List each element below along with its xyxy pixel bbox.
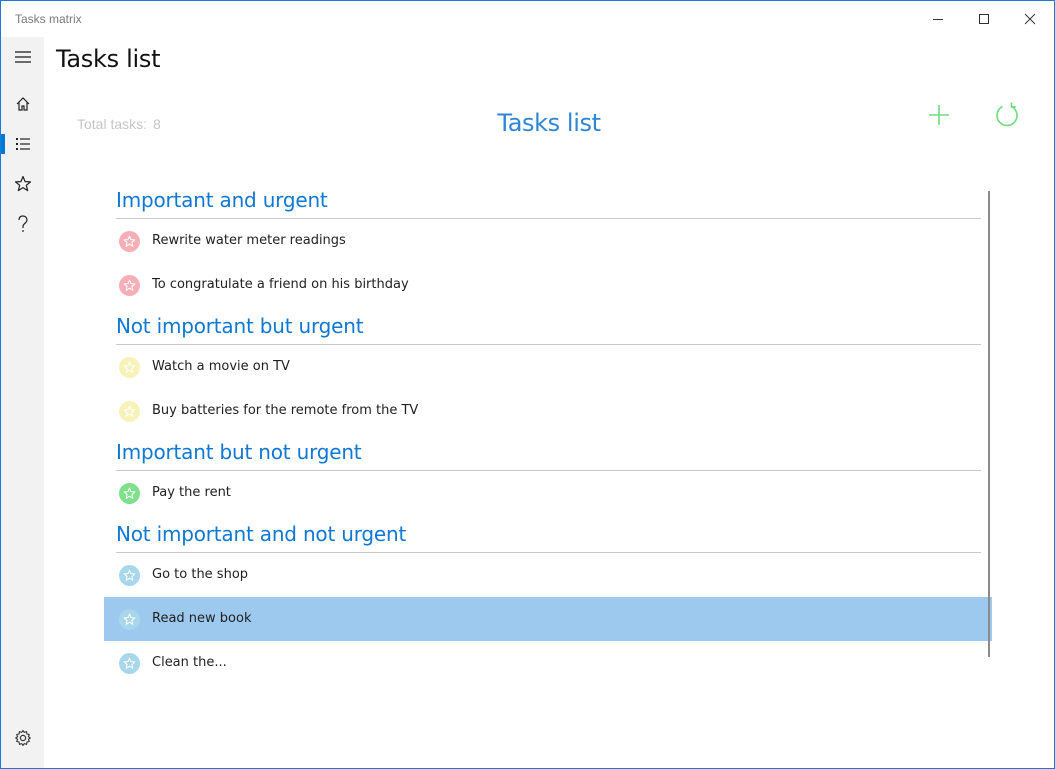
hamburger-menu-button[interactable] — [1, 37, 44, 77]
task-row[interactable]: Pay the rent — [104, 471, 992, 515]
task-group: Important but not urgent Pay the rent — [104, 433, 992, 515]
task-label: Go to the shop — [152, 567, 249, 582]
task-row[interactable]: Buy batteries for the remote from the TV — [104, 389, 992, 433]
total-tasks: Total tasks: 8 — [77, 116, 161, 132]
priority-badge — [119, 231, 140, 252]
star-icon — [123, 613, 136, 625]
page-title: Tasks list — [56, 45, 161, 73]
list-icon — [15, 138, 30, 150]
star-icon — [123, 405, 136, 417]
star-icon — [123, 657, 136, 669]
task-label: Pay the rent — [152, 485, 231, 500]
task-row[interactable]: Rewrite water meter readings — [104, 219, 992, 263]
total-tasks-label: Total tasks: — [77, 116, 148, 132]
priority-badge — [119, 565, 140, 586]
minimize-button[interactable] — [915, 1, 961, 37]
task-row[interactable]: Clean the... — [104, 641, 992, 685]
add-task-button[interactable] — [925, 101, 953, 129]
group-title: Important but not urgent — [116, 440, 362, 464]
maximize-icon — [979, 14, 989, 24]
group-header: Important and urgent — [116, 181, 981, 219]
group-title: Important and urgent — [116, 188, 328, 212]
task-label: Watch a movie on TV — [152, 359, 290, 374]
priority-badge — [119, 653, 140, 674]
refresh-icon — [996, 102, 1018, 127]
maximize-button[interactable] — [961, 1, 1007, 37]
priority-badge — [119, 401, 140, 422]
scrollbar[interactable] — [988, 191, 990, 657]
minimize-icon — [933, 19, 943, 20]
plus-icon — [929, 105, 949, 125]
task-label: Rewrite water meter readings — [152, 233, 346, 248]
task-label: Buy batteries for the remote from the TV — [152, 403, 419, 418]
nav-settings-button[interactable] — [1, 718, 44, 758]
task-label: To congratulate a friend on his birthday — [152, 277, 409, 292]
group-header: Not important but urgent — [116, 307, 981, 345]
priority-badge — [119, 483, 140, 504]
priority-badge — [119, 357, 140, 378]
navigation-rail — [1, 37, 44, 768]
priority-badge — [119, 275, 140, 296]
task-group: Important and urgent Rewrite water meter … — [104, 181, 992, 307]
group-header: Not important and not urgent — [116, 515, 981, 553]
group-header: Important but not urgent — [116, 433, 981, 471]
close-icon — [1024, 13, 1036, 25]
home-icon — [16, 97, 29, 111]
group-title: Not important and not urgent — [116, 522, 407, 546]
task-label: Read new book — [152, 611, 252, 626]
task-group: Not important but urgent Watch a movie on… — [104, 307, 992, 433]
star-icon — [123, 487, 136, 499]
title-bar[interactable]: Tasks matrix — [1, 1, 1054, 37]
refresh-button[interactable] — [992, 100, 1022, 130]
task-row[interactable]: To congratulate a friend on his birthday — [104, 263, 992, 307]
question-icon — [17, 215, 28, 232]
app-title: Tasks matrix — [15, 12, 82, 26]
group-title: Not important but urgent — [116, 314, 364, 338]
nav-favorites-button[interactable] — [1, 164, 44, 204]
task-label: Clean the... — [152, 655, 227, 670]
gear-icon — [14, 729, 31, 747]
total-tasks-count: 8 — [153, 116, 161, 132]
star-icon — [123, 361, 136, 373]
close-button[interactable] — [1007, 1, 1053, 37]
star-icon — [14, 175, 31, 192]
hamburger-icon — [14, 51, 31, 63]
star-icon — [123, 235, 136, 247]
app-window: Tasks matrix Tasks list Total tasks: 8 T… — [0, 0, 1055, 769]
star-icon — [123, 279, 136, 291]
list-title: Tasks list — [497, 109, 601, 137]
task-row[interactable]: Watch a movie on TV — [104, 345, 992, 389]
task-row[interactable]: Go to the shop — [104, 553, 992, 597]
task-row[interactable]: Read new book — [104, 597, 992, 641]
task-group: Not important and not urgent Go to the sh… — [104, 515, 992, 685]
task-list[interactable]: Important and urgent Rewrite water meter … — [104, 181, 992, 696]
star-icon — [123, 569, 136, 581]
nav-help-button[interactable] — [1, 204, 44, 244]
nav-tasks-list-button[interactable] — [1, 124, 44, 164]
priority-badge — [119, 609, 140, 630]
nav-home-button[interactable] — [1, 84, 44, 124]
